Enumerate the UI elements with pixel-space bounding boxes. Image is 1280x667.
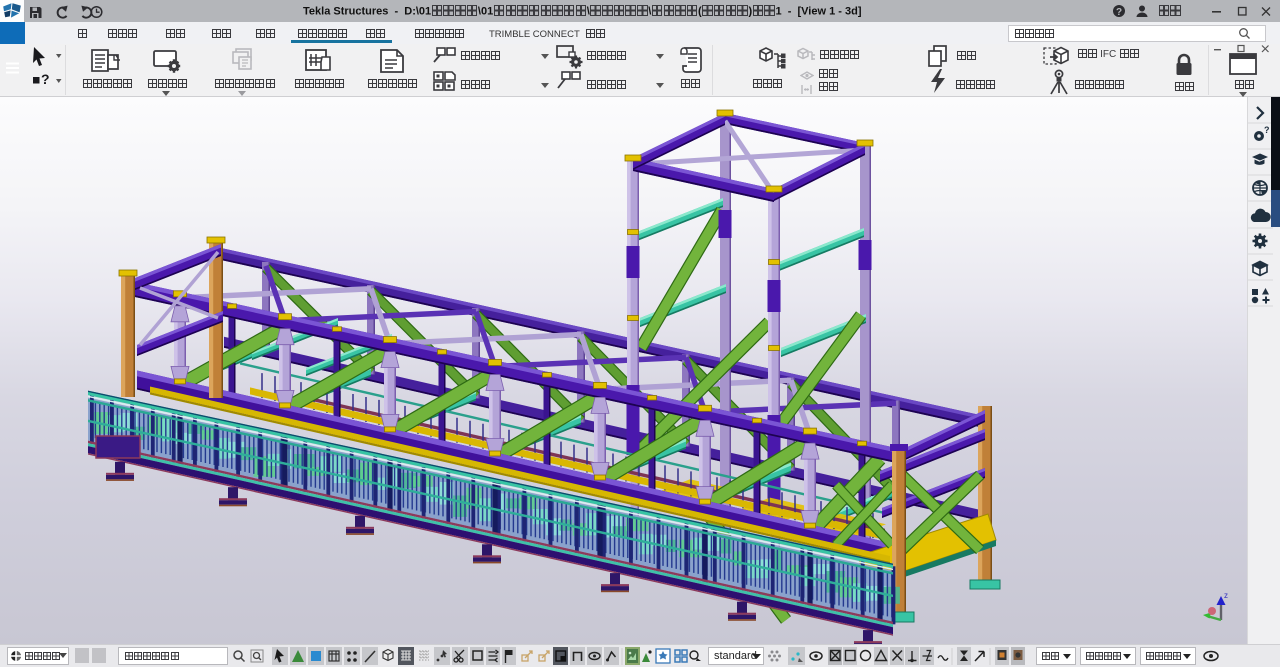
- svg-text:?: ?: [41, 71, 50, 87]
- svg-text:?: ?: [1116, 7, 1122, 18]
- svg-text:?: ?: [1264, 125, 1270, 135]
- svg-text:z: z: [1224, 591, 1228, 600]
